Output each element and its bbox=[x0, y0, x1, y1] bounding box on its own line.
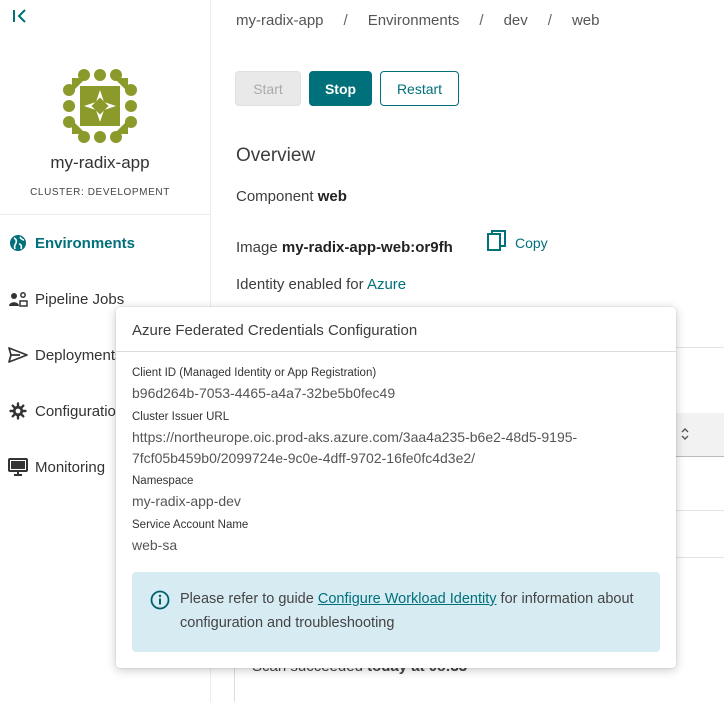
pipeline-icon bbox=[8, 289, 28, 309]
monitor-icon bbox=[8, 457, 28, 477]
send-icon bbox=[8, 345, 28, 365]
sidebar-item-label: Monitoring bbox=[35, 458, 106, 476]
namespace-value: my-radix-app-dev bbox=[132, 493, 241, 509]
start-button[interactable]: Start bbox=[235, 71, 301, 106]
breadcrumb: my-radix-app / Environments / dev / web bbox=[236, 12, 599, 29]
info-banner: Please refer to guide Configure Workload… bbox=[132, 572, 660, 652]
breadcrumb-separator: / bbox=[343, 12, 348, 29]
breadcrumb-separator: / bbox=[479, 12, 484, 29]
cluster-issuer-value-line1: https://northeurope.oic.prod-aks.azure.c… bbox=[132, 429, 578, 445]
collapse-left-icon[interactable] bbox=[10, 6, 30, 26]
info-text-before: Please refer to guide bbox=[180, 591, 314, 607]
sidebar-divider bbox=[0, 214, 210, 215]
client-id-value: b96d264b-7053-4465-a4a7-32be5b0fec49 bbox=[132, 385, 396, 401]
component-line: Component web bbox=[236, 188, 347, 205]
image-name: my-radix-app-web:or9fh bbox=[281, 239, 453, 256]
overview-heading: Overview bbox=[236, 145, 316, 166]
breadcrumb-app[interactable]: my-radix-app bbox=[236, 12, 324, 29]
client-id-label: Client ID (Managed Identity or App Regis… bbox=[132, 367, 377, 379]
breadcrumb-environment[interactable]: dev bbox=[504, 12, 528, 29]
component-prefix: Component bbox=[236, 188, 314, 205]
identity-line: Identity enabled for Azure bbox=[236, 276, 406, 293]
sidebar-item-environments[interactable]: Environments bbox=[8, 231, 135, 255]
azure-credentials-popover: Azure Federated Credentials Configuratio… bbox=[116, 307, 676, 668]
sidebar-item-deployments[interactable]: Deployments bbox=[8, 343, 123, 367]
gear-icon bbox=[8, 401, 28, 421]
cluster-issuer-value-line2: 7fcf05b459b0/2099724e-9c0e-4dff-9702-16f… bbox=[132, 450, 476, 466]
stop-button[interactable]: Stop bbox=[309, 71, 372, 106]
cluster-issuer-label: Cluster Issuer URL bbox=[132, 411, 230, 423]
info-icon bbox=[150, 590, 170, 610]
app-name: my-radix-app bbox=[50, 153, 150, 172]
service-account-value: web-sa bbox=[132, 537, 178, 553]
copy-label: Copy bbox=[515, 234, 548, 251]
sidebar-item-monitoring[interactable]: Monitoring bbox=[8, 455, 105, 479]
sidebar-item-label: Pipeline Jobs bbox=[35, 290, 125, 308]
breadcrumb-environments[interactable]: Environments bbox=[368, 12, 460, 29]
image-line: Image my-radix-app-web:or9fh bbox=[236, 239, 453, 256]
breadcrumb-component[interactable]: web bbox=[572, 12, 600, 29]
identity-prefix: Identity enabled for bbox=[236, 276, 364, 293]
copy-button[interactable]: Copy bbox=[487, 230, 548, 255]
component-name: web bbox=[317, 188, 347, 205]
sidebar-item-label: Environments bbox=[35, 234, 136, 252]
info-message: Please refer to guide Configure Workload… bbox=[180, 587, 650, 635]
sidebar-item-label: Configuration bbox=[35, 402, 125, 420]
globe-icon bbox=[8, 233, 28, 253]
azure-link[interactable]: Azure bbox=[367, 276, 406, 293]
namespace-label: Namespace bbox=[132, 475, 194, 487]
sidebar-item-configuration[interactable]: Configuration bbox=[8, 399, 124, 423]
service-account-label: Service Account Name bbox=[132, 519, 249, 531]
image-prefix: Image bbox=[236, 239, 278, 256]
copy-icon bbox=[487, 230, 507, 255]
sidebar-item-pipeline-jobs[interactable]: Pipeline Jobs bbox=[8, 287, 124, 311]
popover-title: Azure Federated Credentials Configuratio… bbox=[132, 322, 418, 339]
chevron-up-down-icon bbox=[680, 427, 690, 444]
restart-button[interactable]: Restart bbox=[380, 71, 459, 106]
app-logo bbox=[60, 66, 140, 146]
breadcrumb-separator: / bbox=[547, 12, 552, 29]
configure-workload-identity-link[interactable]: Configure Workload Identity bbox=[318, 591, 497, 607]
cluster-label: CLUSTER: DEVELOPMENT bbox=[30, 187, 170, 198]
popover-divider bbox=[116, 351, 676, 352]
sidebar-item-label: Deployments bbox=[35, 346, 123, 364]
